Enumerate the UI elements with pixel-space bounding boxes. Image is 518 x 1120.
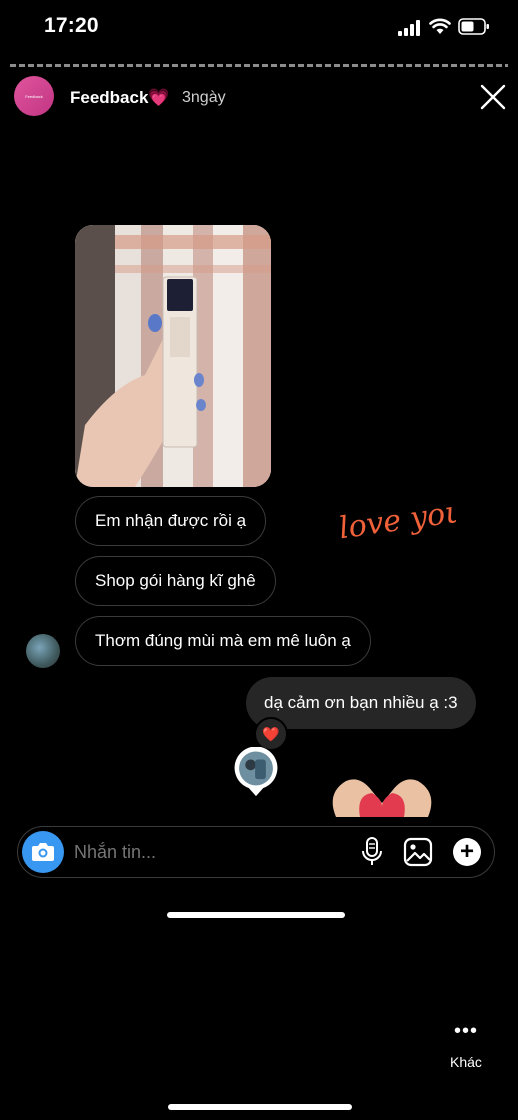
home-indicator[interactable] (168, 1104, 352, 1110)
camera-icon (32, 843, 54, 861)
camera-button[interactable] (22, 831, 64, 873)
story-avatar[interactable]: Feedback (14, 76, 54, 116)
microphone-icon[interactable] (360, 837, 384, 867)
heart-reaction-icon[interactable]: ❤️ (254, 717, 288, 751)
shared-photo[interactable] (75, 225, 271, 487)
close-icon[interactable] (480, 84, 506, 110)
more-options-label[interactable]: Khác (450, 1054, 482, 1070)
story-avatar-label: Feedback (25, 93, 43, 99)
message-input[interactable] (74, 842, 334, 863)
love-you-sticker-image: love you! (337, 492, 479, 546)
add-icon[interactable]: + (453, 838, 481, 866)
composer-drag-handle[interactable] (167, 912, 345, 918)
message-bubble-received[interactable]: Shop gói hàng kĩ ghê (75, 556, 276, 606)
sender-avatar[interactable] (26, 634, 60, 668)
love-you-sticker-text: love you! (337, 502, 456, 546)
more-options-icon[interactable]: ••• (454, 1020, 478, 1043)
message-bubble-received[interactable]: Thơm đúng mùi mà em mê luôn ạ (75, 616, 371, 666)
love-you-sticker[interactable]: love you! (326, 492, 479, 580)
seen-avatar-pin (234, 747, 278, 797)
wifi-icon (429, 18, 451, 34)
status-time: 17:20 (44, 14, 99, 37)
gallery-icon[interactable] (403, 837, 433, 867)
message-bubble-received[interactable]: Em nhận được rồi ạ (75, 496, 267, 546)
heart-hands-sticker[interactable] (326, 773, 438, 817)
perfume-photo-image (75, 225, 271, 487)
signal-icon (398, 20, 420, 36)
story-time-ago: 3ngày (182, 89, 226, 106)
story-progress-bar (10, 64, 508, 67)
battery-icon (458, 18, 489, 35)
story-account-name[interactable]: Feedback💗 (70, 88, 170, 108)
